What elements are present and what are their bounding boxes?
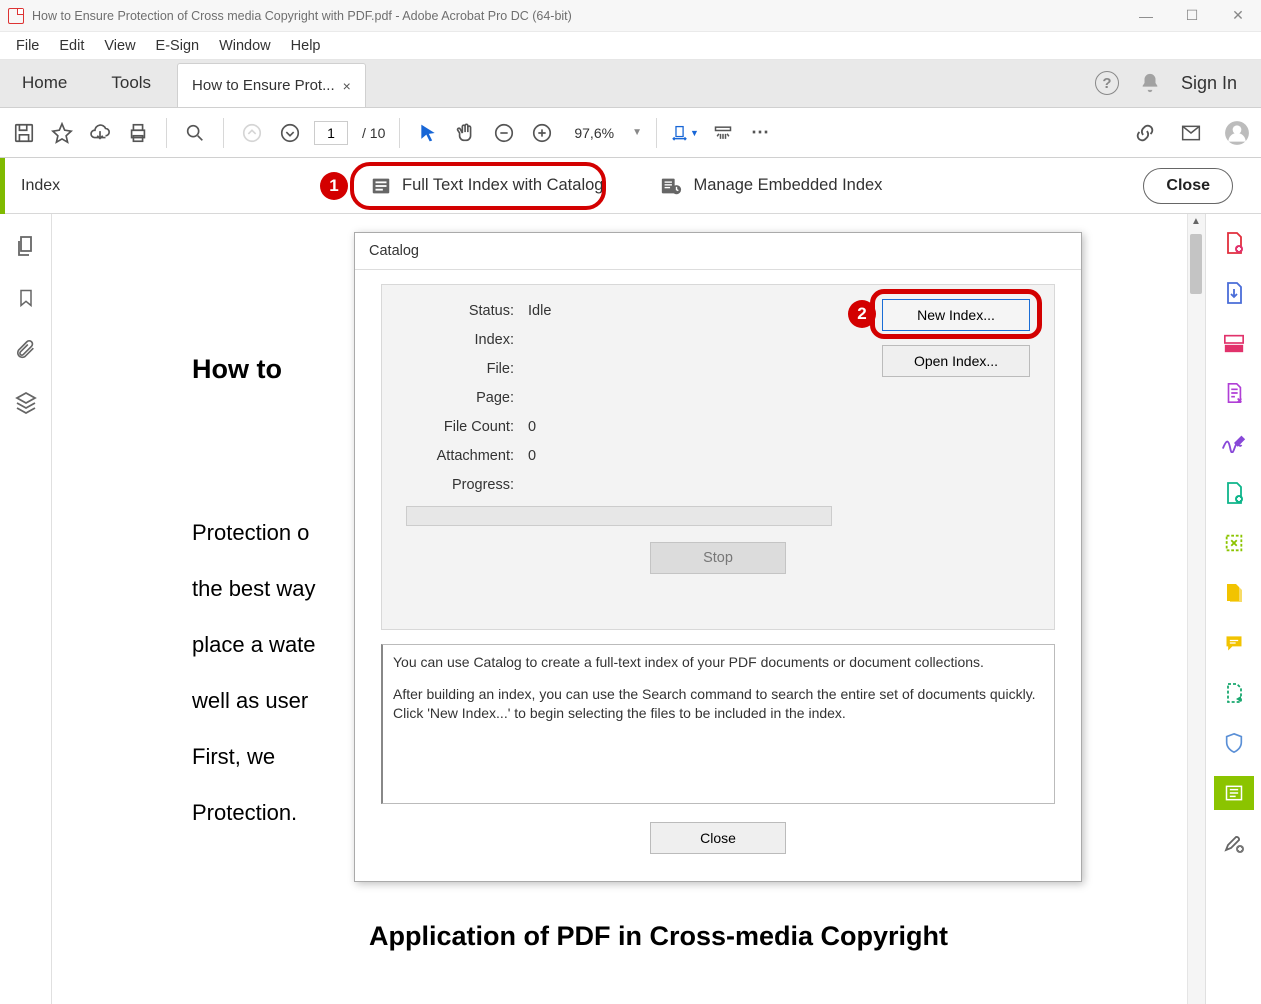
export-pdf-icon[interactable] [1214,276,1254,310]
read-mode-icon[interactable] [709,119,737,147]
index-tool-icon[interactable] [1214,776,1254,810]
print-icon[interactable] [124,119,152,147]
stop-button: Stop [650,542,786,574]
catalog-info-text: You can use Catalog to create a full-tex… [381,644,1055,804]
close-window-button[interactable]: ✕ [1215,1,1261,31]
minimize-button[interactable]: — [1123,1,1169,31]
maximize-button[interactable]: ☐ [1169,1,1215,31]
vertical-scrollbar[interactable]: ▲ [1187,214,1205,1004]
zoom-in-icon[interactable] [528,119,556,147]
tab-row: Home Tools How to Ensure Prot... × ? Sig… [0,60,1261,108]
progress-label: Progress: [406,477,514,493]
menu-file[interactable]: File [6,34,49,58]
comment-icon[interactable] [1214,626,1254,660]
bell-icon[interactable] [1139,72,1161,94]
filecount-label: File Count: [406,419,514,435]
fill-sign-icon[interactable] [1214,426,1254,460]
right-rail [1205,214,1261,1004]
index-label-field: Index: [406,332,514,348]
profile-icon[interactable] [1223,119,1251,147]
main-toolbar: / 10 97,6% ▼ ▼ ⋯ [0,108,1261,158]
zoom-out-icon[interactable] [490,119,518,147]
scan-ocr-icon[interactable] [1214,676,1254,710]
cloud-icon[interactable] [86,119,114,147]
find-icon[interactable] [181,119,209,147]
request-sig-icon[interactable] [1214,376,1254,410]
progress-bar [406,506,832,526]
menu-window[interactable]: Window [209,34,281,58]
annotation-highlight-1 [350,162,606,210]
bookmark-icon[interactable] [16,286,36,310]
page-label: Page: [406,390,514,406]
tab-tools[interactable]: Tools [89,59,173,107]
more-tools-icon[interactable]: ⋯ [747,119,775,147]
tab-home[interactable]: Home [0,59,89,107]
dialog-close-button[interactable]: Close [650,822,786,854]
status-value: Idle [528,303,551,319]
compress-icon[interactable] [1214,526,1254,560]
annotation-highlight-2 [870,289,1042,339]
create-pdf-icon[interactable] [1214,226,1254,260]
file-label: File: [406,361,514,377]
fit-width-icon[interactable]: ▼ [671,119,699,147]
close-subbar-button[interactable]: Close [1143,168,1233,204]
status-label: Status: [406,303,514,319]
catalog-panel: Status: Idle Index: File: Page: File Coun… [381,284,1055,630]
annotation-marker-2: 2 [848,300,876,328]
menu-view[interactable]: View [94,34,145,58]
window-title: How to Ensure Protection of Cross media … [32,9,572,23]
menubar: File Edit View E-Sign Window Help [0,32,1261,60]
scroll-thumb[interactable] [1190,234,1202,294]
annotation-marker-1: 1 [320,172,348,200]
window-titlebar: How to Ensure Protection of Cross media … [0,0,1261,32]
page-input[interactable] [314,121,348,145]
index-subbar: Index Full Text Index with Catalog Manag… [0,158,1261,214]
more-tools-rail-icon[interactable] [1214,826,1254,860]
star-icon[interactable] [48,119,76,147]
manage-embedded-index-label: Manage Embedded Index [693,176,882,195]
page-total: / 10 [362,125,385,141]
share-link-icon[interactable] [1131,119,1159,147]
manage-embedded-index-button[interactable]: Manage Embedded Index [645,167,896,205]
attachments-icon[interactable] [15,338,37,362]
index-label: Index [21,177,60,195]
attachment-label: Attachment: [406,448,514,464]
signin-link[interactable]: Sign In [1181,73,1237,94]
email-icon[interactable] [1177,119,1205,147]
open-index-button[interactable]: Open Index... [882,345,1030,377]
save-icon[interactable] [10,119,38,147]
left-rail [0,214,52,1004]
help-icon[interactable]: ? [1095,71,1119,95]
organize-pages-icon[interactable] [1214,476,1254,510]
tab-document-label: How to Ensure Prot... [192,77,335,94]
dialog-title: Catalog [355,233,1081,270]
thumbnails-icon[interactable] [14,234,38,258]
app-icon [8,8,24,24]
zoom-value: 97,6% [574,125,614,141]
index-accent [0,158,5,214]
info-line-2: After building an index, you can use the… [393,685,1044,724]
menu-edit[interactable]: Edit [49,34,94,58]
tab-document-close-icon[interactable]: × [343,78,351,94]
edit-pdf-icon[interactable] [1214,326,1254,360]
catalog-dialog: Catalog Status: Idle Index: File: Page: F… [354,232,1082,882]
zoom-caret-icon[interactable]: ▼ [632,127,642,138]
menu-esign[interactable]: E-Sign [146,34,210,58]
combine-files-icon[interactable] [1214,576,1254,610]
scroll-up-icon[interactable]: ▲ [1191,216,1201,227]
page-up-icon[interactable] [238,119,266,147]
attachment-value: 0 [528,448,536,464]
tab-document[interactable]: How to Ensure Prot... × [177,63,366,107]
menu-help[interactable]: Help [281,34,331,58]
layers-icon[interactable] [14,390,38,414]
hand-tool-icon[interactable] [452,119,480,147]
protect-icon[interactable] [1214,726,1254,760]
info-line-1: You can use Catalog to create a full-tex… [393,653,1044,673]
doc-section-title: Application of PDF in Cross-media Copyri… [192,921,1125,952]
page-down-icon[interactable] [276,119,304,147]
filecount-value: 0 [528,419,536,435]
select-tool-icon[interactable] [414,119,442,147]
